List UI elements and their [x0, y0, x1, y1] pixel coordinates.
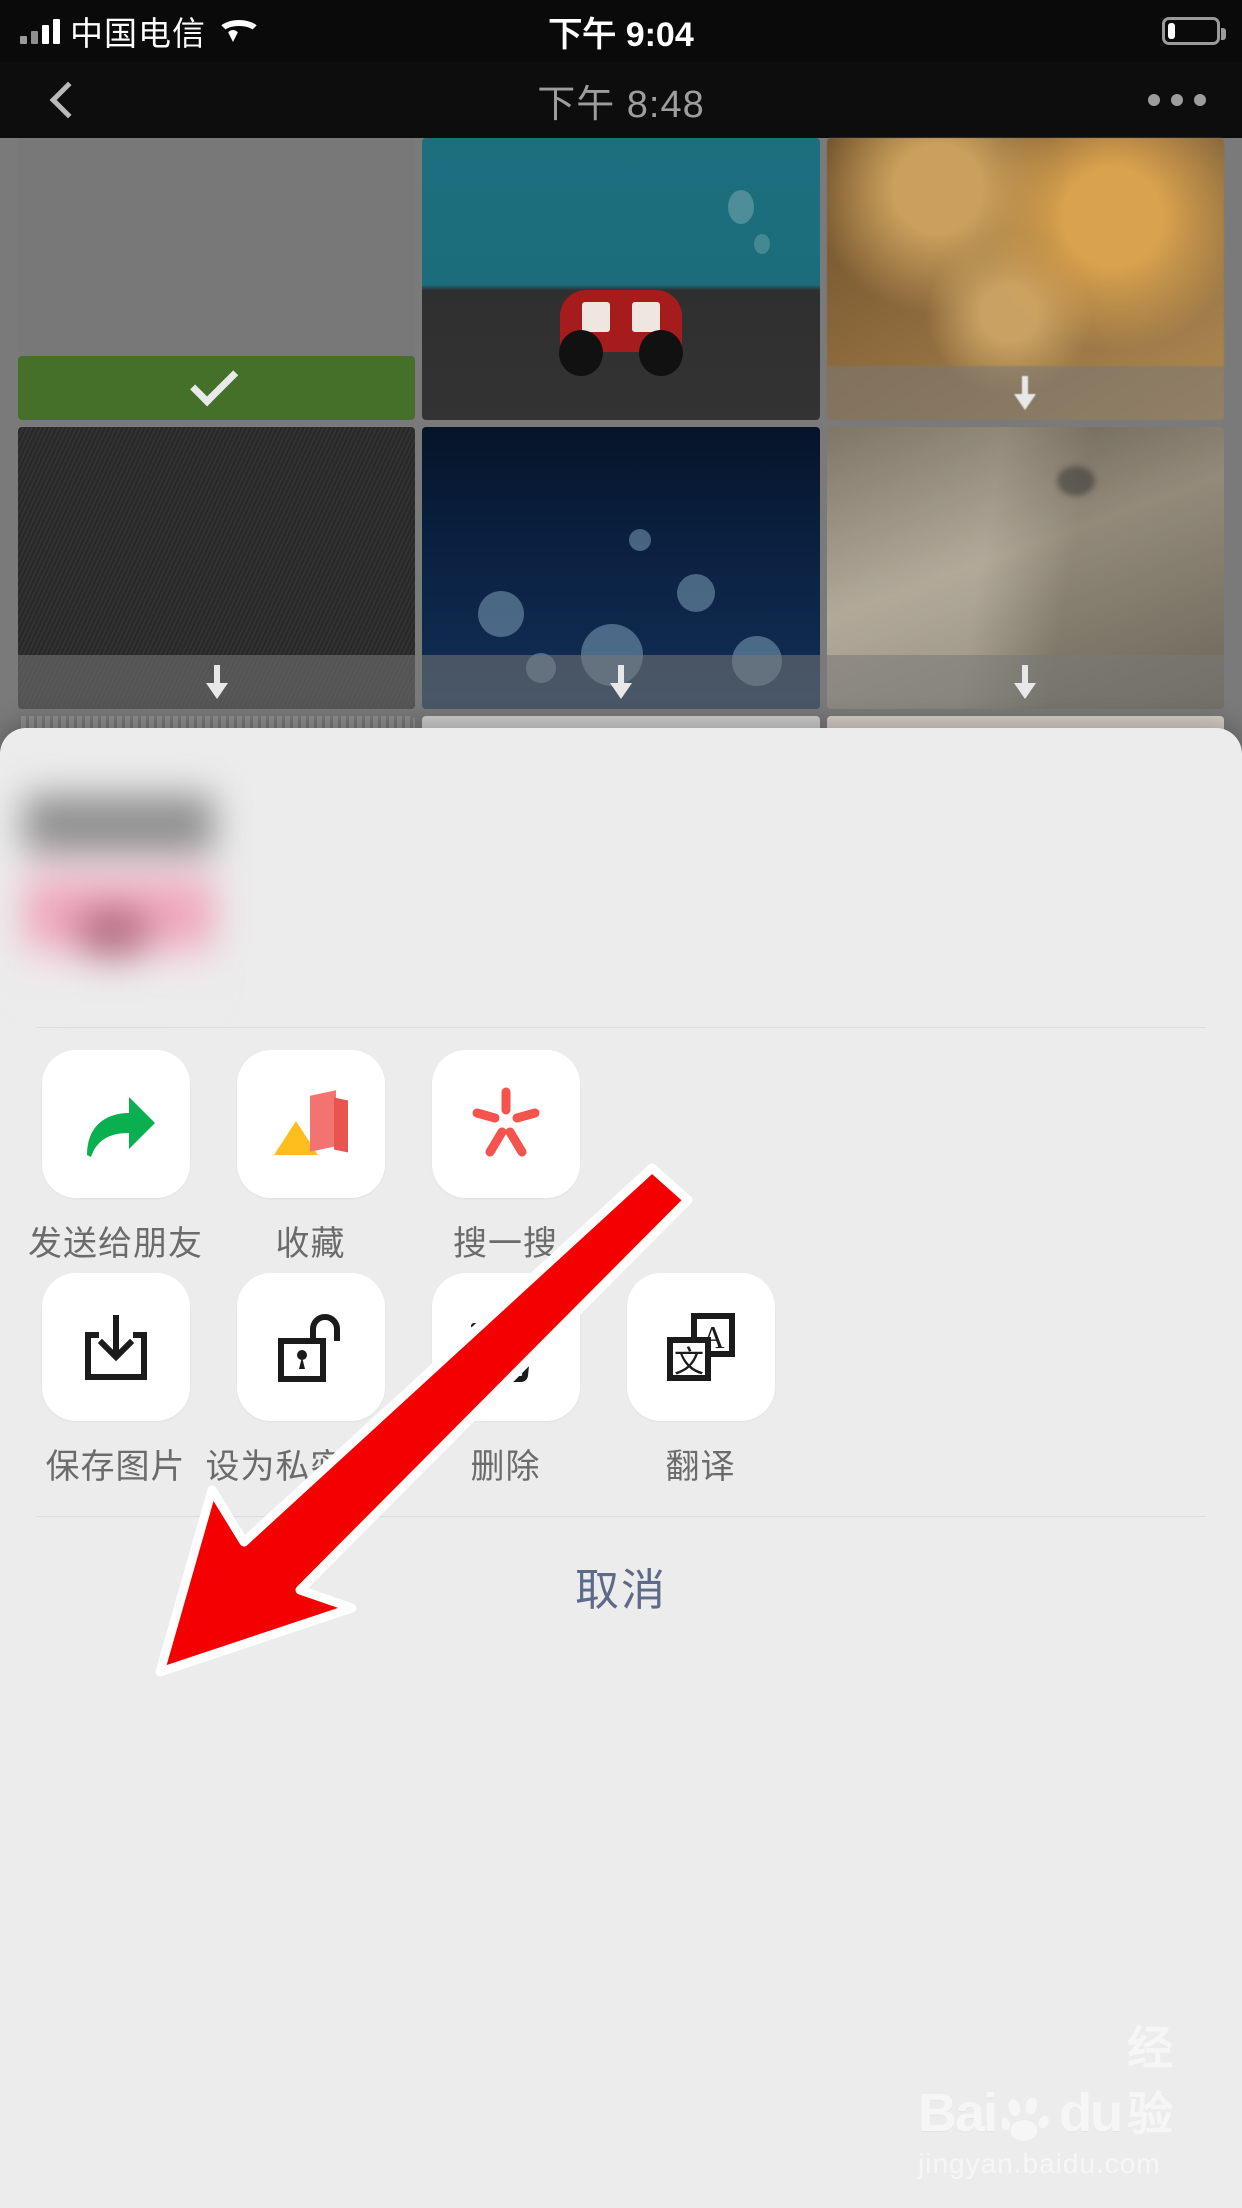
cancel-label: 取消: [575, 1566, 667, 1615]
download-arrow-icon: [1014, 376, 1037, 410]
action-icon-box: [431, 1050, 580, 1198]
decor-bokeh: [628, 528, 651, 551]
trash-icon: [470, 1315, 541, 1382]
watermark-url: jingyan.baidu.com: [918, 2148, 1161, 2179]
download-badge[interactable]: [826, 655, 1224, 709]
action-row-2: 保存图片 设为私密照片 删除 A 文 翻译: [0, 1273, 1242, 1488]
action-sheet: 发送给朋友 收藏 搜一搜 保存图片 设为私密照片 删除 A 文 翻译 取消 Ba…: [0, 728, 1242, 2208]
action-grid: 发送给朋友 收藏 搜一搜 保存图片 设为私密照片 删除 A 文 翻译: [0, 1028, 1242, 1488]
battery-icon: [1162, 17, 1226, 45]
action-icon-box: [431, 1273, 580, 1421]
action-send-to-friend[interactable]: 发送给朋友: [18, 1050, 213, 1265]
baidu-paw-icon: [1002, 2098, 1049, 2141]
action-set-private[interactable]: 设为私密照片: [206, 1273, 415, 1488]
watermark-brand2: du: [1059, 2083, 1123, 2143]
download-badge[interactable]: [826, 366, 1224, 420]
selected-checkbar[interactable]: [18, 356, 416, 420]
grid-tile-6[interactable]: [826, 427, 1224, 709]
translate-icon: A 文: [666, 1313, 735, 1381]
watermark-brand-cn: 经验: [1127, 2022, 1176, 2140]
favorites-icon: [272, 1085, 350, 1163]
watermark-brand: Bai: [918, 2083, 998, 2143]
status-bar-right: [1162, 17, 1226, 45]
action-row-1: 发送给朋友 收藏 搜一搜: [0, 1050, 1242, 1265]
action-translate[interactable]: A 文 翻译: [603, 1273, 798, 1488]
cancel-button[interactable]: 取消: [0, 1517, 1242, 1655]
action-label: 收藏: [275, 1225, 346, 1263]
decor-bokeh: [676, 573, 715, 612]
grid-tile-3[interactable]: [826, 138, 1224, 420]
sheet-preview: [0, 728, 1242, 1028]
action-label: 保存图片: [45, 1448, 186, 1486]
grid-tile-1[interactable]: [18, 138, 416, 420]
forward-arrow-icon: [86, 1097, 155, 1157]
phone-screen: 中国电信 下午 9:04 下午 8:48 发送给朋友 收藏 搜一搜 保存图片 设…: [0, 0, 1242, 2208]
download-arrow-icon: [1014, 665, 1037, 699]
action-search[interactable]: 搜一搜: [408, 1050, 603, 1265]
status-bar: 中国电信 下午 9:04: [0, 0, 1242, 62]
decor-bokeh: [477, 590, 524, 637]
checkmark-icon: [189, 358, 238, 407]
action-label: 搜一搜: [453, 1225, 558, 1263]
action-label: 翻译: [665, 1448, 736, 1486]
status-bar-clock: 下午 9:04: [548, 15, 694, 54]
action-favorite[interactable]: 收藏: [213, 1050, 408, 1265]
grid-tile-4[interactable]: [18, 427, 416, 709]
download-arrow-icon: [205, 665, 228, 699]
action-icon-box: [236, 1050, 385, 1198]
svg-text:文: 文: [674, 1345, 704, 1380]
grid-tile-5[interactable]: [422, 427, 820, 709]
decor-shape: [753, 234, 770, 254]
download-arrow-icon: [609, 665, 632, 699]
decor-wheel: [638, 330, 683, 376]
action-label: 设为私密照片: [205, 1448, 416, 1486]
grid-tile-2[interactable]: [422, 138, 820, 420]
search-sparkle-icon: [472, 1087, 539, 1157]
save-download-icon: [84, 1315, 147, 1380]
decor-wheel: [558, 330, 603, 376]
action-icon-box: [41, 1273, 190, 1421]
download-badge[interactable]: [422, 655, 820, 709]
action-save-image[interactable]: 保存图片: [18, 1273, 213, 1488]
photo-grid: [0, 138, 1242, 776]
download-badge[interactable]: [18, 655, 416, 709]
page-title: 下午 8:48: [537, 83, 705, 126]
decor-shape: [727, 190, 754, 224]
more-horizontal-icon: [1148, 94, 1160, 106]
nav-bar: 下午 8:48: [0, 62, 1242, 138]
action-label: 发送给朋友: [28, 1225, 203, 1263]
action-delete[interactable]: 删除: [408, 1273, 603, 1488]
unlock-padlock-icon: [277, 1314, 340, 1382]
action-icon-box: [236, 1273, 385, 1421]
action-label: 删除: [470, 1448, 541, 1486]
more-button[interactable]: [1148, 94, 1206, 106]
action-icon-box: [41, 1050, 190, 1198]
divider: [36, 1027, 1206, 1028]
baidu-watermark: Bai du 经验 jingyan.baidu.com: [918, 2012, 1218, 2180]
action-icon-box: A 文: [626, 1273, 775, 1421]
blurred-photo-thumbnail: [24, 784, 214, 1000]
